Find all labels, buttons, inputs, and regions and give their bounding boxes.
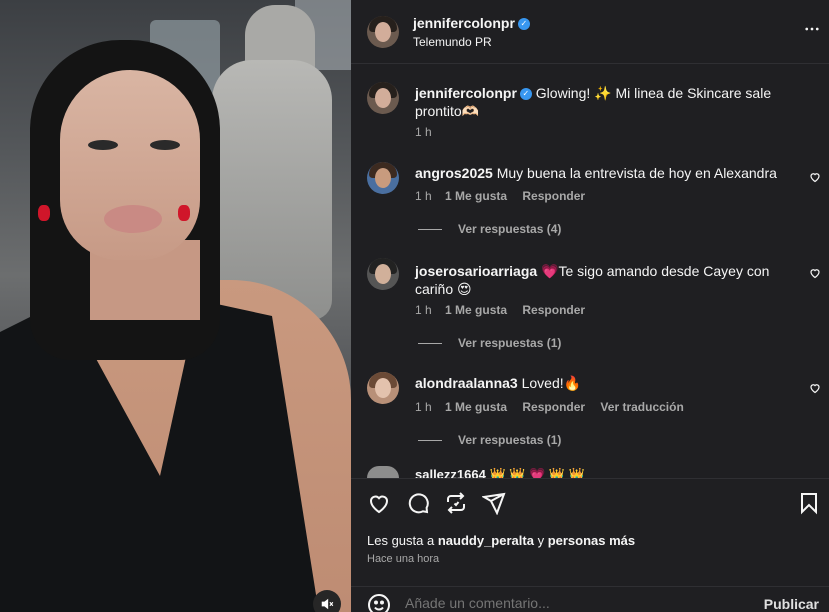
heart-icon[interactable] xyxy=(809,382,821,394)
post-actions: Les gusta a nauddy_peralta y personas má… xyxy=(351,478,829,574)
heart-icon[interactable] xyxy=(367,491,391,515)
comment-username[interactable]: joserosarioarriaga xyxy=(415,263,537,279)
view-replies-label: Ver respuestas (4) xyxy=(458,222,562,236)
comment-meta: 1 h 1 Me gusta Responder Ver traducción xyxy=(415,400,696,414)
divider xyxy=(418,228,442,230)
post-time[interactable]: Hace una hora xyxy=(367,553,439,565)
avatar[interactable] xyxy=(367,466,399,478)
divider xyxy=(418,342,442,344)
caption-meta: 1 h xyxy=(415,125,442,139)
comment-meta: 1 h 1 Me gusta Responder xyxy=(415,189,597,203)
reply-button[interactable]: Responder xyxy=(522,189,585,203)
comment-input[interactable] xyxy=(405,595,705,611)
avatar[interactable] xyxy=(367,82,399,114)
partial-comment: sallezz1664 👑 👑 💗 👑 👑 xyxy=(415,466,585,478)
reply-button[interactable]: Responder xyxy=(522,400,585,414)
comment: angros2025 Muy buena la entrevista de ho… xyxy=(415,164,789,182)
avatar[interactable] xyxy=(367,16,399,48)
likes-others[interactable]: personas más xyxy=(548,533,635,548)
subject-lips xyxy=(104,205,162,233)
bookmark-icon[interactable] xyxy=(797,491,821,515)
likes-and: y xyxy=(537,533,545,548)
likes-prefix: Les gusta a xyxy=(367,533,435,548)
heart-icon[interactable] xyxy=(809,171,821,183)
speaker-muted-icon xyxy=(321,598,334,610)
subject-eye xyxy=(88,140,118,150)
more-options-button[interactable] xyxy=(803,20,821,43)
caption: jennifercolonpr ✓ Glowing! ✨ Mi linea de … xyxy=(415,84,799,120)
comment: alondraalanna3 Loved!🔥 xyxy=(415,374,789,392)
verified-badge-icon: ✓ xyxy=(517,17,530,30)
comment-username[interactable]: sallezz1664 xyxy=(415,467,486,478)
header-username[interactable]: jennifercolonpr xyxy=(413,15,515,31)
comment-time[interactable]: 1 h xyxy=(415,303,432,317)
post-media[interactable] xyxy=(0,0,351,612)
emoji-icon[interactable] xyxy=(367,593,391,612)
post-details-panel: jennifercolonpr ✓ Telemundo PR jenniferco… xyxy=(351,0,829,612)
comment-icon[interactable] xyxy=(406,491,430,515)
comment-text: 👑 👑 💗 👑 👑 xyxy=(489,467,585,478)
avatar[interactable] xyxy=(367,258,399,290)
comment-time[interactable]: 1 h xyxy=(415,189,432,203)
earring xyxy=(38,205,50,221)
subject-eye xyxy=(150,140,180,150)
translate-button[interactable]: Ver traducción xyxy=(600,400,683,414)
caption-time[interactable]: 1 h xyxy=(415,125,432,139)
view-replies-button[interactable]: Ver respuestas (1) xyxy=(418,433,561,447)
repost-icon[interactable] xyxy=(444,491,468,515)
comment-likes[interactable]: 1 Me gusta xyxy=(445,303,507,317)
likes-summary: Les gusta a nauddy_peralta y personas má… xyxy=(367,533,635,548)
comment-time[interactable]: 1 h xyxy=(415,400,432,414)
mute-button[interactable] xyxy=(313,590,341,612)
verified-badge-icon: ✓ xyxy=(519,88,532,101)
comment-likes[interactable]: 1 Me gusta xyxy=(445,189,507,203)
likes-user[interactable]: nauddy_peralta xyxy=(438,533,534,548)
view-replies-button[interactable]: Ver respuestas (1) xyxy=(418,336,561,350)
comment-username[interactable]: angros2025 xyxy=(415,165,493,181)
avatar[interactable] xyxy=(367,162,399,194)
avatar[interactable] xyxy=(367,372,399,404)
divider xyxy=(418,439,442,441)
add-comment-bar: Publicar xyxy=(351,586,829,612)
comment: joserosarioarriaga 💗Te sigo amando desde… xyxy=(415,262,789,298)
publish-button[interactable]: Publicar xyxy=(764,596,819,612)
more-horizontal-icon xyxy=(805,27,819,31)
share-icon[interactable] xyxy=(482,491,506,515)
heart-icon[interactable] xyxy=(809,267,821,279)
comment-meta: 1 h 1 Me gusta Responder xyxy=(415,303,597,317)
reply-button[interactable]: Responder xyxy=(522,303,585,317)
view-replies-button[interactable]: Ver respuestas (4) xyxy=(418,222,561,236)
post-header: jennifercolonpr ✓ Telemundo PR xyxy=(351,0,829,64)
view-replies-label: Ver respuestas (1) xyxy=(458,433,562,447)
comment-text: Loved!🔥 xyxy=(521,375,582,391)
view-replies-label: Ver respuestas (1) xyxy=(458,336,562,350)
comment-text: Muy buena la entrevista de hoy en Alexan… xyxy=(496,165,777,181)
caption-username[interactable]: jennifercolonpr xyxy=(415,85,517,101)
location-label[interactable]: Telemundo PR xyxy=(413,35,492,49)
comment-likes[interactable]: 1 Me gusta xyxy=(445,400,507,414)
earring xyxy=(178,205,190,221)
comment-username[interactable]: alondraalanna3 xyxy=(415,375,518,391)
